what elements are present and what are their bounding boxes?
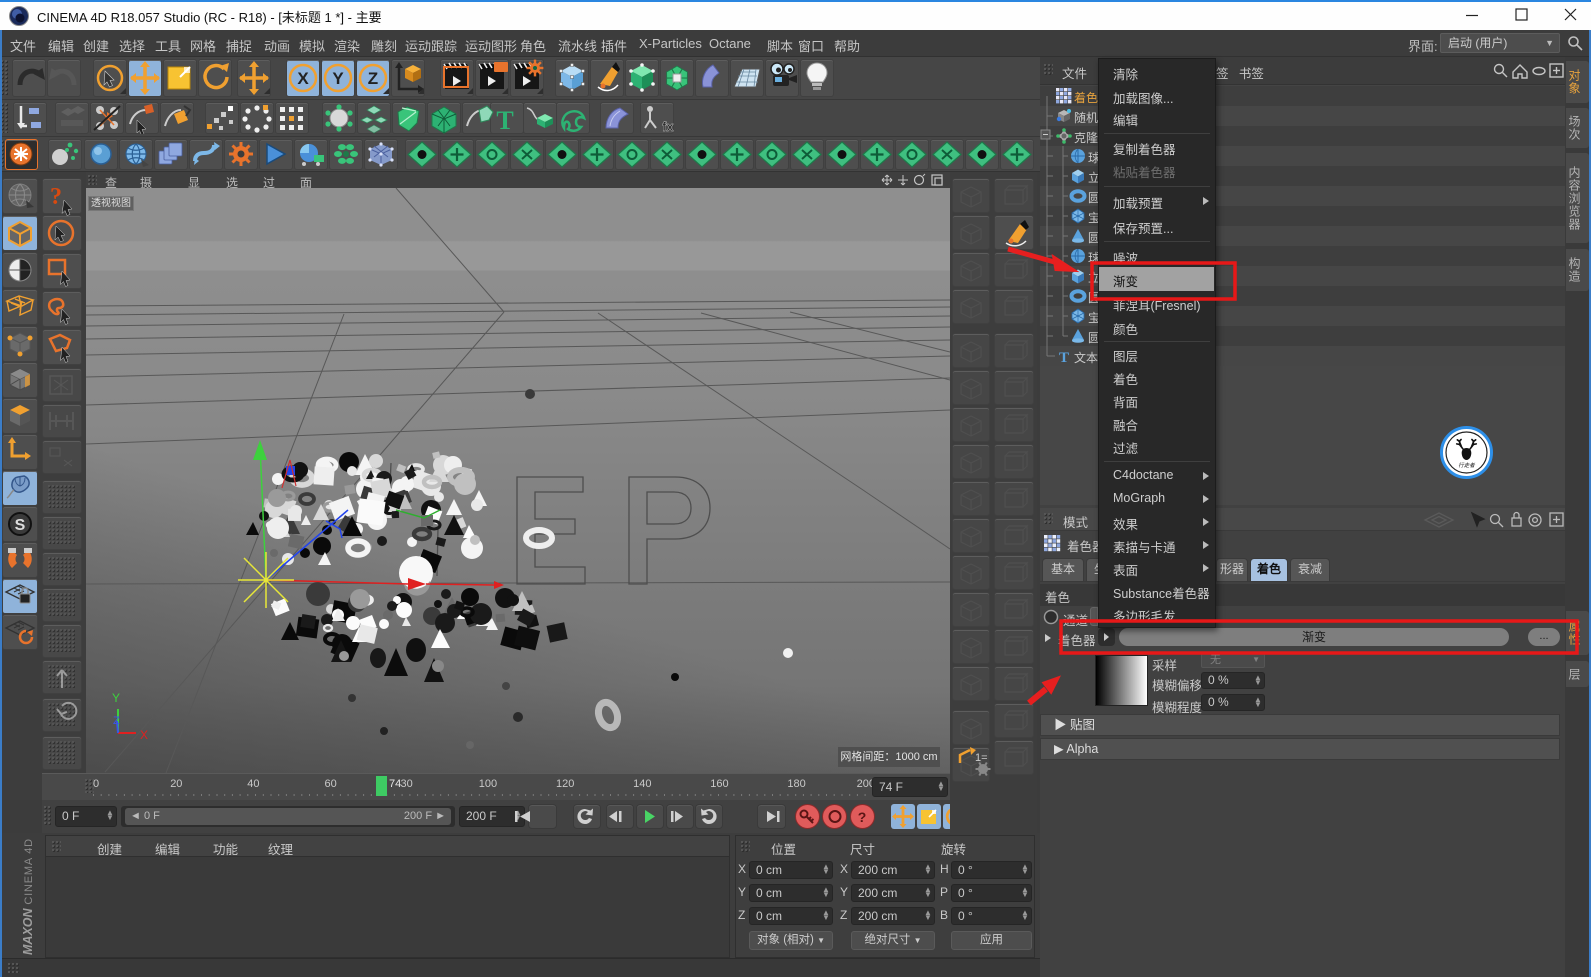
svg-text:行走者: 行走者 bbox=[1458, 462, 1476, 469]
svg-text:1=: 1= bbox=[975, 752, 988, 764]
svg-text:T: T bbox=[1059, 350, 1069, 366]
